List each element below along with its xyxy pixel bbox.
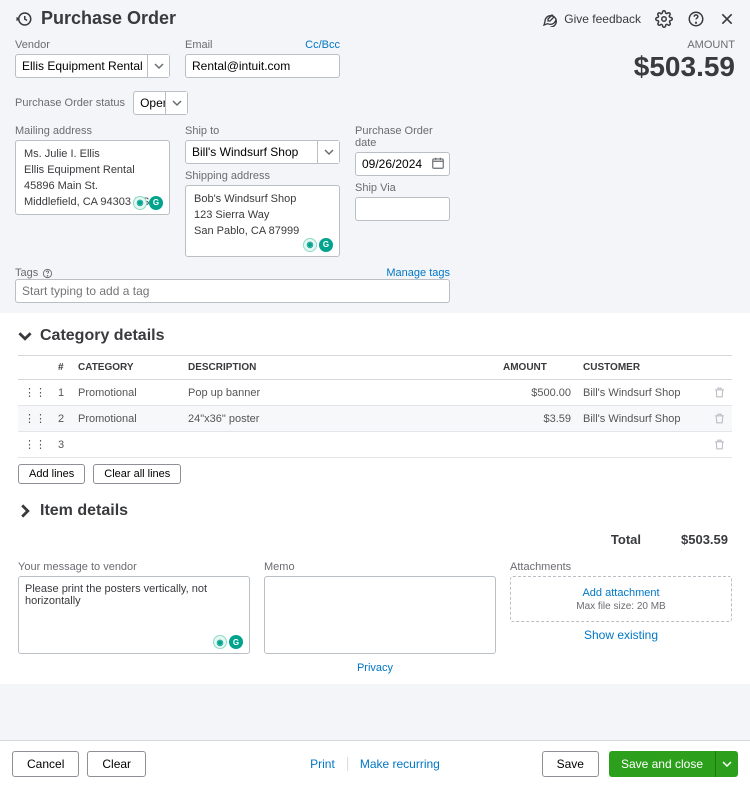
table-row[interactable]: ⋮⋮1PromotionalPop up banner$500.00Bill's… bbox=[18, 380, 732, 406]
email-label: Email bbox=[185, 39, 213, 51]
tags-input[interactable] bbox=[15, 279, 450, 303]
vendor-select[interactable]: Ellis Equipment Rental bbox=[15, 54, 170, 78]
ship-to-label: Ship to bbox=[185, 125, 340, 137]
attachment-dropzone[interactable]: Add attachment Max file size: 20 MB bbox=[510, 576, 732, 622]
assist-icon[interactable]: ◉ bbox=[303, 238, 317, 252]
message-textarea[interactable]: Please print the posters vertically, not… bbox=[18, 576, 250, 654]
assist-icon[interactable]: ◉ bbox=[213, 635, 227, 649]
mailing-address-box[interactable]: Ms. Julie I. Ellis Ellis Equipment Renta… bbox=[15, 140, 170, 215]
add-attachment-link[interactable]: Add attachment bbox=[582, 587, 659, 599]
category-table: # CATEGORY DESCRIPTION AMOUNT CUSTOMER ⋮… bbox=[18, 355, 732, 458]
save-button[interactable]: Save bbox=[542, 751, 599, 777]
ship-to-select[interactable]: Bill's Windsurf Shop bbox=[185, 140, 340, 164]
feedback-label: Give feedback bbox=[564, 12, 641, 26]
ship-via-input[interactable] bbox=[355, 197, 450, 221]
status-label: Purchase Order status bbox=[15, 97, 125, 109]
item-details-toggle[interactable]: Item details bbox=[18, 502, 732, 520]
tags-label: Tags bbox=[15, 267, 38, 279]
privacy-link[interactable]: Privacy bbox=[357, 662, 393, 674]
attachment-max-size: Max file size: 20 MB bbox=[576, 601, 665, 612]
item-details-header: Item details bbox=[40, 502, 128, 520]
help-icon[interactable] bbox=[687, 10, 705, 28]
tags-help-icon[interactable] bbox=[42, 268, 53, 279]
give-feedback-link[interactable]: Give feedback bbox=[542, 11, 641, 27]
total-value: $503.59 bbox=[681, 532, 728, 547]
grammarly-icon[interactable]: G bbox=[319, 238, 333, 252]
shipping-address-label: Shipping address bbox=[185, 170, 340, 182]
amount-value: $503.59 bbox=[634, 51, 735, 83]
attachments-label: Attachments bbox=[510, 561, 732, 573]
page-title: Purchase Order bbox=[41, 8, 176, 29]
clear-all-lines-button[interactable]: Clear all lines bbox=[93, 464, 181, 484]
message-label: Your message to vendor bbox=[18, 561, 250, 573]
table-row[interactable]: ⋮⋮3 bbox=[18, 432, 732, 458]
ship-via-label: Ship Via bbox=[355, 182, 450, 194]
delete-row-icon[interactable] bbox=[707, 380, 732, 406]
cc-bcc-link[interactable]: Cc/Bcc bbox=[305, 39, 340, 54]
table-row[interactable]: ⋮⋮2Promotional24"x36" poster$3.59Bill's … bbox=[18, 406, 732, 432]
clear-button[interactable]: Clear bbox=[87, 751, 146, 777]
drag-handle-icon[interactable]: ⋮⋮ bbox=[18, 432, 52, 458]
delete-row-icon[interactable] bbox=[707, 406, 732, 432]
shipping-address-box[interactable]: Bob's Windsurf Shop 123 Sierra Way San P… bbox=[185, 185, 340, 257]
manage-tags-link[interactable]: Manage tags bbox=[386, 267, 450, 279]
drag-handle-icon[interactable]: ⋮⋮ bbox=[18, 380, 52, 406]
close-icon[interactable] bbox=[719, 11, 735, 27]
add-lines-button[interactable]: Add lines bbox=[18, 464, 85, 484]
category-details-header: Category details bbox=[40, 327, 164, 345]
history-icon[interactable] bbox=[15, 10, 33, 28]
grammarly-icon[interactable]: G bbox=[149, 196, 163, 210]
calendar-icon[interactable] bbox=[431, 156, 445, 170]
make-recurring-link[interactable]: Make recurring bbox=[360, 757, 440, 771]
grammarly-icon[interactable]: G bbox=[229, 635, 243, 649]
status-select[interactable]: Open bbox=[133, 91, 188, 115]
amount-label: AMOUNT bbox=[634, 39, 735, 51]
po-date-label: Purchase Order date bbox=[355, 125, 450, 149]
mailing-address-label: Mailing address bbox=[15, 125, 170, 137]
category-details-toggle[interactable]: Category details bbox=[18, 327, 732, 345]
delete-row-icon[interactable] bbox=[707, 432, 732, 458]
email-input[interactable] bbox=[185, 54, 340, 78]
memo-textarea[interactable] bbox=[264, 576, 496, 654]
vendor-label: Vendor bbox=[15, 39, 170, 51]
save-and-close-button[interactable]: Save and close bbox=[609, 751, 715, 777]
total-label: Total bbox=[611, 532, 641, 547]
memo-label: Memo bbox=[264, 561, 496, 573]
show-existing-link[interactable]: Show existing bbox=[584, 628, 658, 642]
save-and-close-dropdown[interactable] bbox=[715, 751, 738, 777]
print-link[interactable]: Print bbox=[310, 757, 335, 771]
drag-handle-icon[interactable]: ⋮⋮ bbox=[18, 406, 52, 432]
cancel-button[interactable]: Cancel bbox=[12, 751, 79, 777]
assist-icon[interactable]: ◉ bbox=[133, 196, 147, 210]
gear-icon[interactable] bbox=[655, 10, 673, 28]
